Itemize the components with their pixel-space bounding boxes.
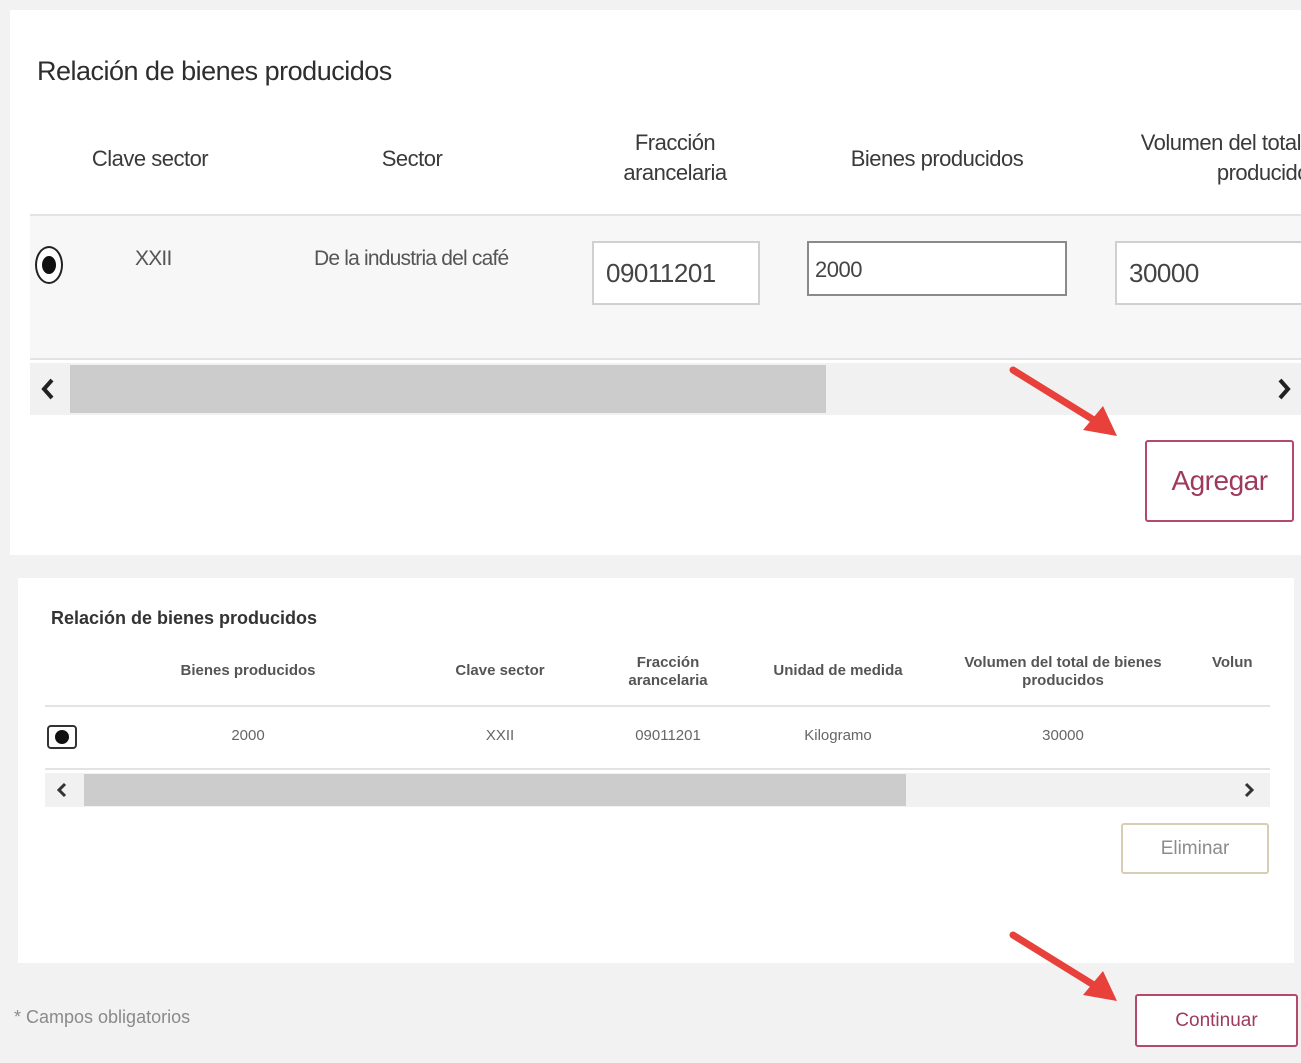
header-volumen: Volumen del total producido — [1120, 128, 1301, 188]
cell-bienes: 2000 — [231, 727, 265, 744]
cell-clave-sector: XXII — [135, 247, 172, 270]
horizontal-scrollbar[interactable] — [45, 773, 1270, 807]
header-clave-sector: Clave sector — [455, 662, 545, 679]
radio-dot — [42, 256, 56, 274]
continuar-button[interactable]: Continuar — [1135, 994, 1298, 1047]
bottom-panel: Relación de bienes producidos Bienes pro… — [18, 578, 1294, 963]
section-title: Relación de bienes producidos — [51, 608, 318, 628]
cell-unidad: Kilogramo — [804, 727, 872, 744]
volumen-total-input[interactable]: 30000 — [1115, 241, 1301, 305]
header-bienes-producidos: Bienes producidos — [180, 662, 316, 679]
annotation-arrow-icon — [1009, 931, 1117, 1001]
chevron-right-icon[interactable] — [1276, 377, 1292, 401]
bienes-producidos-input[interactable]: 2000 — [807, 241, 1067, 296]
chevron-right-icon[interactable] — [1243, 782, 1255, 798]
cell-sector: De la industria del café — [314, 247, 509, 270]
annotation-arrow-icon — [1009, 366, 1117, 436]
scrollbar-thumb[interactable] — [84, 774, 906, 806]
header-sector: Sector — [381, 146, 443, 171]
header-bienes-producidos: Bienes producidos — [850, 146, 1024, 171]
header-volumen-line1: Volumen del total de bienes — [964, 654, 1162, 671]
chevron-left-icon[interactable] — [40, 377, 56, 401]
row-select-radio[interactable] — [35, 246, 63, 284]
eliminar-button[interactable]: Eliminar — [1121, 823, 1269, 874]
chevron-left-icon[interactable] — [56, 782, 68, 798]
table-header-divider — [45, 705, 1270, 707]
table-row-divider — [45, 768, 1270, 770]
row-select-radio[interactable] — [47, 725, 77, 749]
cell-volumen: 30000 — [1042, 727, 1084, 744]
header-fraccion-line1: Fracción — [636, 654, 700, 671]
cell-fraccion: 09011201 — [635, 727, 701, 744]
header-volumen-line2: producido — [1216, 160, 1301, 185]
header-volumen-line1: Volumen del total — [1140, 130, 1301, 155]
agregar-button[interactable]: Agregar — [1145, 440, 1294, 522]
header-fraccion-line1: Fracción — [634, 130, 716, 155]
header-volumen-line2: producidos — [1022, 672, 1104, 689]
header-unidad-medida: Unidad de medida — [773, 662, 903, 679]
header-fraccion: Fracción arancelaria — [608, 654, 728, 690]
section-title: Relación de bienes producidos — [37, 56, 392, 86]
header-fraccion-line2: arancelaria — [628, 672, 708, 689]
cell-clave-sector: XXII — [485, 727, 515, 744]
header-volumen: Volumen del total de bienes producidos — [933, 654, 1193, 690]
header-fraccion: Fracción arancelaria — [595, 128, 755, 188]
top-panel: Relación de bienes producidos Clave sect… — [10, 10, 1301, 555]
radio-dot — [55, 730, 69, 744]
required-fields-note: * Campos obligatorios — [14, 1007, 191, 1027]
header-fraccion-line2: arancelaria — [623, 160, 727, 185]
header-volumen-cut: Volun — [1212, 654, 1253, 671]
fraccion-arancelaria-input[interactable]: 09011201 — [592, 241, 760, 305]
header-clave-sector: Clave sector — [91, 146, 209, 171]
scrollbar-thumb[interactable] — [70, 365, 826, 413]
